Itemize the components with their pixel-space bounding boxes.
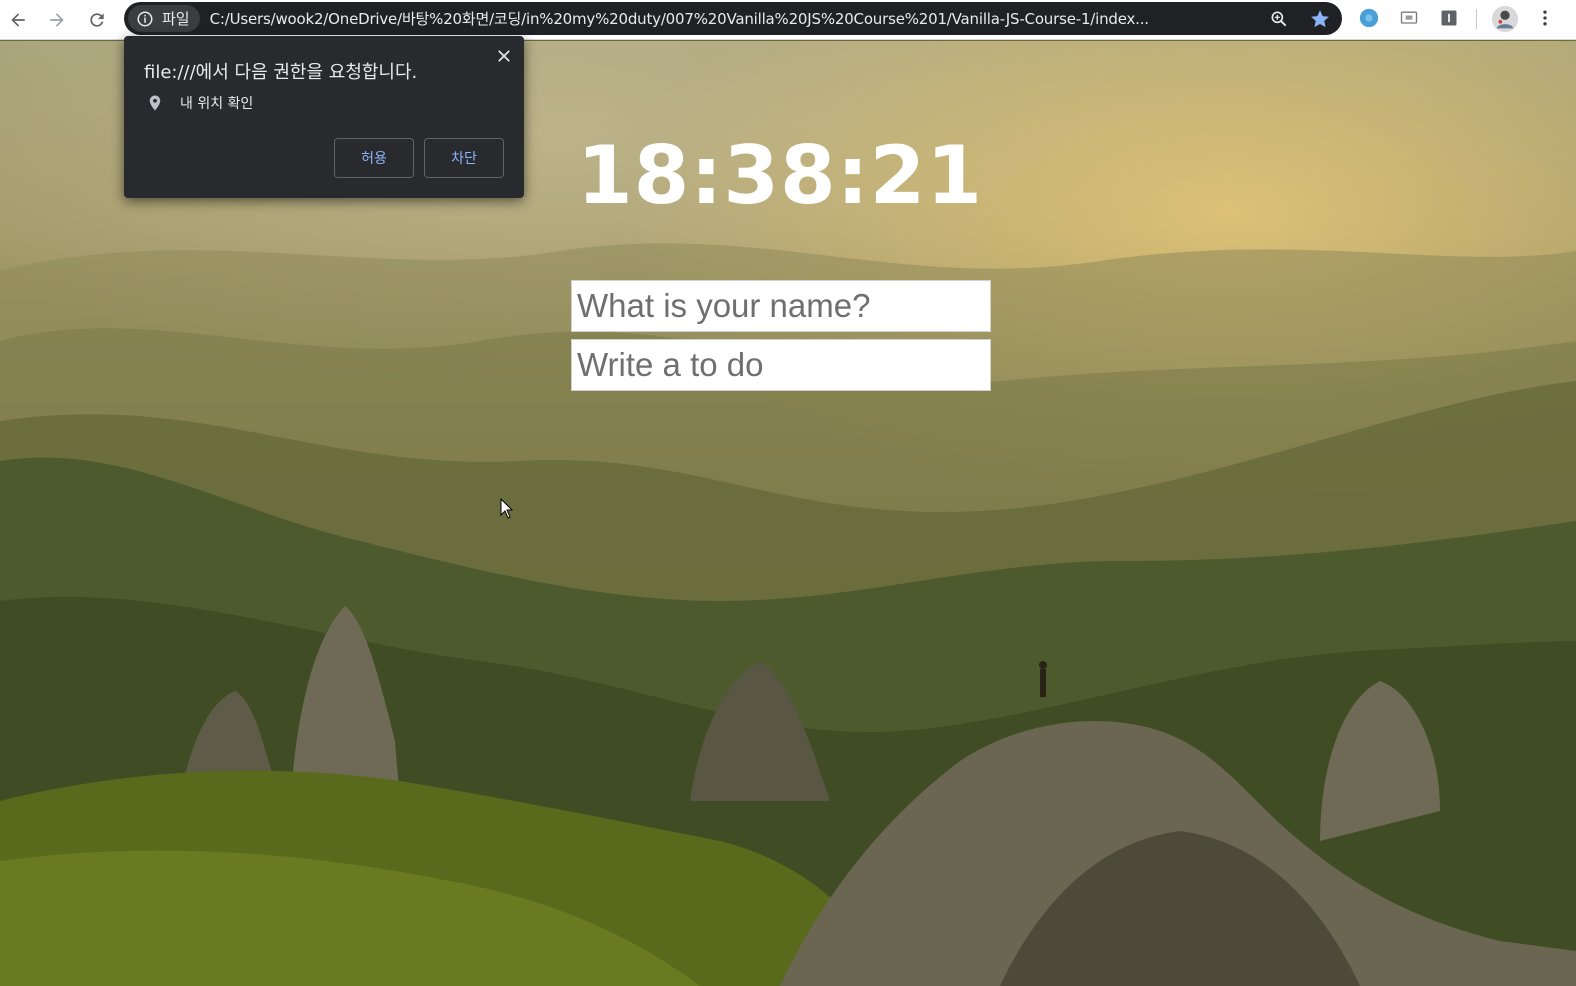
site-info-chip[interactable]: 파일 bbox=[128, 5, 200, 32]
mouse-cursor-icon bbox=[500, 498, 514, 519]
profile-button[interactable] bbox=[1490, 4, 1520, 34]
zoom-icon bbox=[1271, 11, 1287, 27]
star-icon bbox=[1311, 10, 1329, 28]
reader-icon bbox=[1441, 10, 1457, 26]
bookmark-star-button[interactable] bbox=[1308, 7, 1332, 31]
site-chip-label: 파일 bbox=[162, 10, 190, 28]
info-icon bbox=[137, 11, 153, 26]
permission-popup: file:///에서 다음 권한을 요청합니다. 내 위치 확인 허용 차단 bbox=[124, 36, 524, 198]
reload-button[interactable] bbox=[81, 4, 113, 36]
address-bar[interactable]: 파일 C:/Users/wook2/OneDrive/바탕%20화면/코딩/in… bbox=[124, 2, 1342, 35]
permission-popup-title: file:///에서 다음 권한을 요청합니다. bbox=[144, 62, 418, 83]
toolbar-separator bbox=[1476, 9, 1477, 29]
close-icon bbox=[498, 50, 510, 62]
extension-button[interactable] bbox=[1357, 6, 1381, 30]
permission-label: 내 위치 확인 bbox=[180, 96, 254, 112]
cast-button[interactable] bbox=[1397, 6, 1421, 30]
block-button[interactable]: 차단 bbox=[424, 138, 504, 178]
url-text[interactable]: C:/Users/wook2/OneDrive/바탕%20화면/코딩/in%20… bbox=[210, 8, 1240, 29]
forward-icon bbox=[50, 13, 64, 27]
permission-item-location: 내 위치 확인 bbox=[146, 92, 253, 114]
avatar bbox=[1491, 5, 1519, 33]
zoom-button[interactable] bbox=[1267, 7, 1291, 31]
reader-button[interactable] bbox=[1437, 6, 1461, 30]
location-pin-icon bbox=[149, 95, 161, 111]
todo-input[interactable] bbox=[571, 339, 991, 391]
reload-icon bbox=[90, 13, 104, 27]
allow-button[interactable]: 허용 bbox=[334, 138, 414, 178]
extension-icon bbox=[1359, 8, 1379, 28]
popup-close-button[interactable] bbox=[492, 44, 516, 68]
browser-toolbar: 파일 C:/Users/wook2/OneDrive/바탕%20화면/코딩/in… bbox=[0, 0, 1576, 40]
back-icon bbox=[11, 13, 25, 27]
back-button[interactable] bbox=[2, 4, 34, 36]
menu-icon bbox=[1543, 10, 1547, 26]
name-input[interactable] bbox=[571, 280, 991, 332]
forward-button[interactable] bbox=[41, 4, 73, 36]
menu-button[interactable] bbox=[1533, 6, 1557, 30]
cast-icon bbox=[1400, 11, 1418, 24]
